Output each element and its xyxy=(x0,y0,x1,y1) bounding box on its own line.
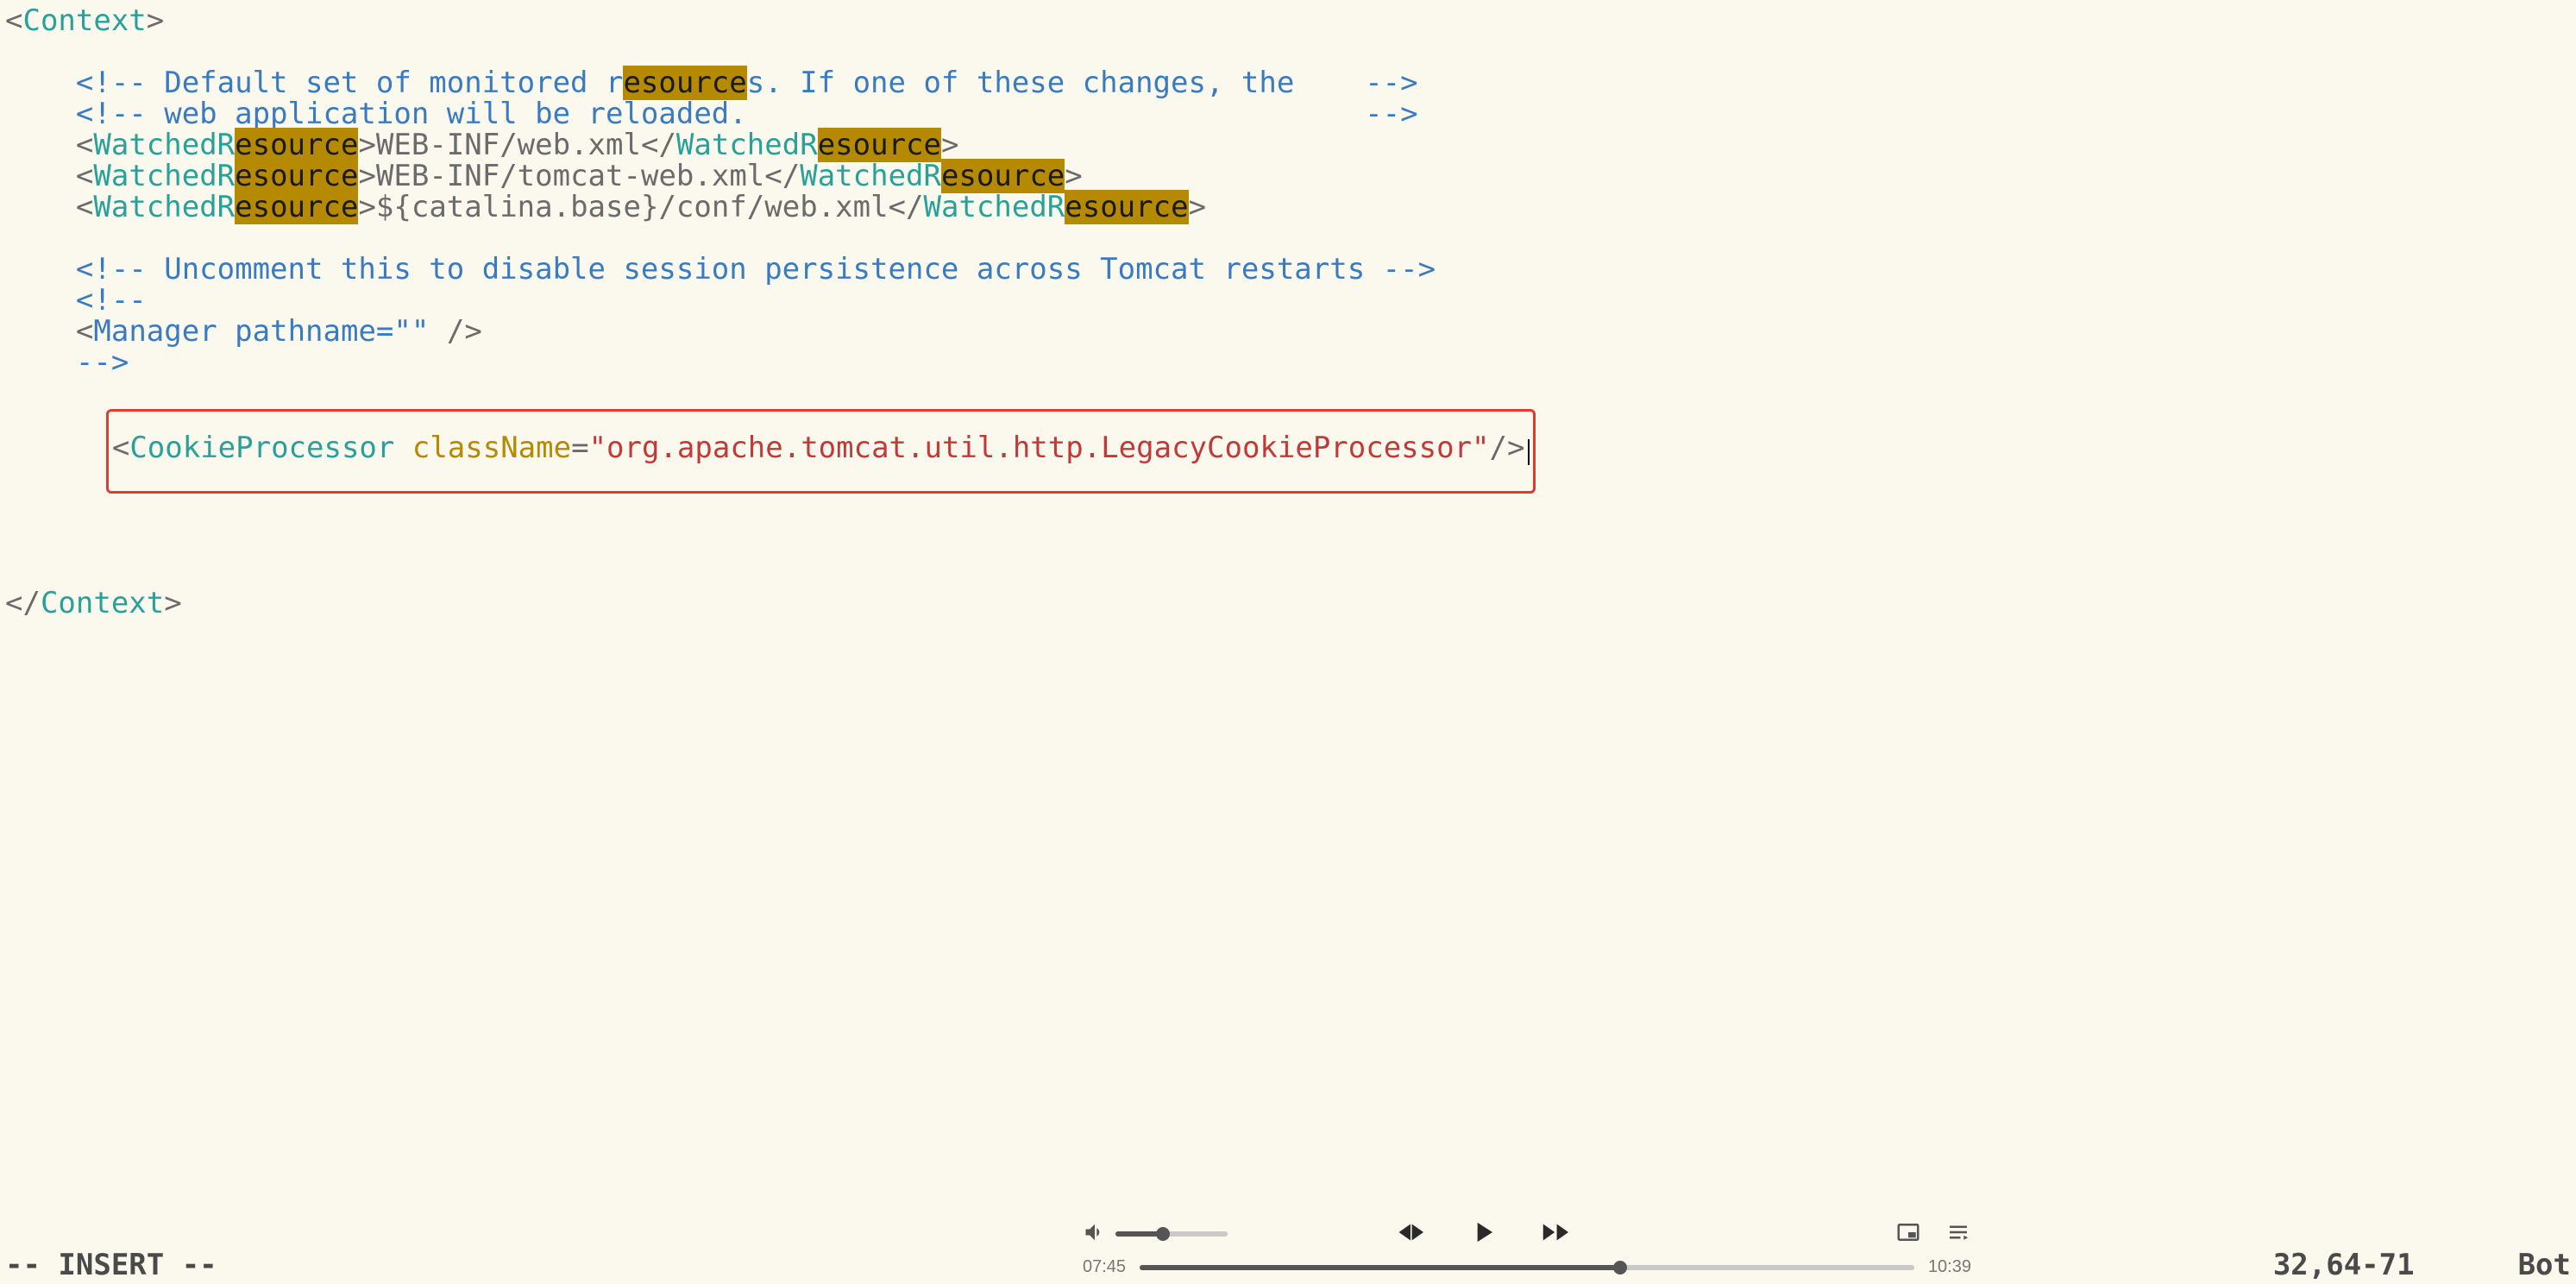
context-close-tag: Context xyxy=(41,586,164,620)
media-player: 07:45 10:39 xyxy=(1083,1213,1971,1284)
search-highlight: esource xyxy=(235,128,358,162)
watchedresource-value: ${catalina.base}/conf/web.xml xyxy=(376,190,889,224)
cookieprocessor-tag: CookieProcessor xyxy=(129,431,394,465)
pip-icon[interactable] xyxy=(1895,1219,1921,1249)
comment-line: <!-- Default set of monitored r xyxy=(76,66,624,100)
seek-fill xyxy=(1140,1265,1620,1270)
watchedresource-tag: WatchedR xyxy=(93,159,235,193)
search-highlight: esource xyxy=(818,128,941,162)
annotation-box: <CookieProcessor className="org.apache.t… xyxy=(106,409,1536,494)
comment-line: <!-- web application will be reloaded. -… xyxy=(76,97,1418,131)
watchedresource-tag: WatchedR xyxy=(93,190,235,224)
watchedresource-value: WEB-INF/tomcat-web.xml xyxy=(376,159,764,193)
comment-open: <!-- xyxy=(76,283,147,318)
total-time: 10:39 xyxy=(1928,1258,1971,1276)
vim-location: Bot xyxy=(2518,1249,2571,1281)
vim-position: 32,64-71 xyxy=(2273,1249,2518,1281)
search-highlight: esource xyxy=(235,190,358,224)
vim-mode: -- INSERT -- xyxy=(5,1249,217,1281)
search-highlight: esource xyxy=(623,66,746,100)
search-highlight: esource xyxy=(235,159,358,193)
playlist-icon[interactable] xyxy=(1945,1219,1971,1249)
play-button[interactable] xyxy=(1467,1216,1499,1252)
classname-value: "org.apache.tomcat.util.http.LegacyCooki… xyxy=(589,431,1490,465)
search-highlight: esource xyxy=(941,159,1065,193)
volume-slider[interactable] xyxy=(1115,1231,1228,1237)
seek-thumb[interactable] xyxy=(1613,1261,1627,1275)
volume-thumb[interactable] xyxy=(1156,1227,1170,1241)
watchedresource-value: WEB-INF/web.xml xyxy=(376,128,641,162)
comment-line: <!-- Uncomment this to disable session p… xyxy=(76,252,1436,286)
manager-value: "" xyxy=(393,314,429,349)
rewind-button[interactable] xyxy=(1394,1216,1427,1252)
manager-attr: pathname xyxy=(235,314,376,349)
search-highlight: esource xyxy=(1065,190,1188,224)
elapsed-time: 07:45 xyxy=(1083,1258,1126,1276)
manager-tag: Manager xyxy=(93,314,217,349)
code-editor[interactable]: <Context> <!-- Default set of monitored … xyxy=(0,0,2576,619)
context-open-tag: Context xyxy=(22,3,146,38)
volume-icon[interactable] xyxy=(1083,1220,1107,1248)
classname-attr: className xyxy=(412,431,571,465)
comment-close: --> xyxy=(76,345,129,380)
text-cursor xyxy=(1528,439,1530,465)
forward-button[interactable] xyxy=(1539,1216,1572,1252)
seek-slider[interactable] xyxy=(1140,1265,1914,1270)
watchedresource-tag: WatchedR xyxy=(93,128,235,162)
